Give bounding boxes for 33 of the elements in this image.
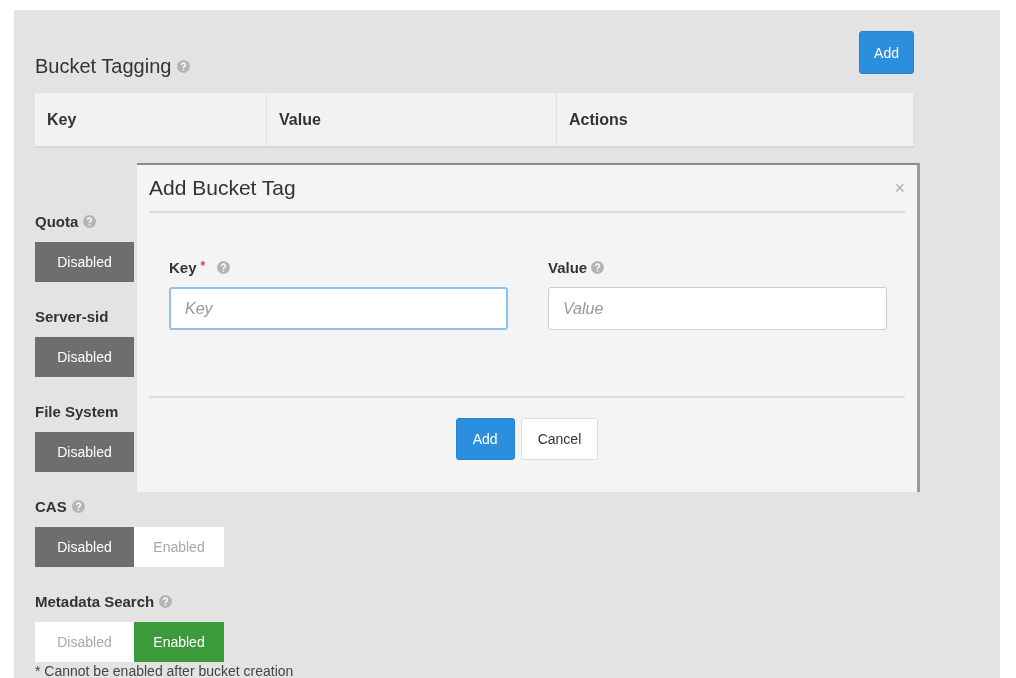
setting-label: CAS	[35, 497, 67, 515]
setting-label: Server-sid	[35, 307, 109, 325]
setting-label: Metadata Search	[35, 592, 155, 610]
toggle-option[interactable]: Disabled	[35, 432, 134, 472]
add-button[interactable]: Add	[455, 418, 515, 460]
section-title: Bucket Tagging	[35, 55, 172, 78]
toggle-option[interactable]: Disabled	[35, 622, 134, 662]
toggle-option[interactable]: Disabled	[35, 337, 134, 377]
column-header: Actions	[557, 93, 914, 146]
toggle-option[interactable]: Enabled	[134, 622, 224, 662]
field-label: Value	[548, 258, 588, 276]
help-icon[interactable]	[71, 499, 85, 513]
help-icon[interactable]	[217, 260, 231, 274]
help-icon[interactable]	[177, 60, 191, 73]
footnote: * Cannot be enabled after bucket creation	[35, 664, 295, 678]
help-icon[interactable]	[159, 594, 173, 608]
cancel-button[interactable]: Cancel	[520, 418, 599, 460]
modal-title: Add Bucket Tag	[149, 176, 296, 200]
help-icon[interactable]	[591, 260, 605, 274]
column-header: Key	[35, 93, 267, 146]
field-label: Key	[169, 258, 197, 276]
text-input[interactable]: Key	[169, 287, 508, 330]
toggle-option[interactable]: Disabled	[35, 527, 134, 567]
close-button[interactable]: ×	[894, 177, 905, 199]
setting-label: File System	[35, 402, 119, 420]
add-button[interactable]: Add	[859, 31, 914, 74]
help-icon[interactable]	[83, 214, 97, 228]
setting-label: Quota	[35, 212, 79, 230]
toggle-option[interactable]: Enabled	[134, 527, 224, 567]
column-header: Value	[267, 93, 557, 146]
required-mark: *	[200, 259, 206, 273]
toggle-option[interactable]: Disabled	[35, 242, 134, 282]
text-input[interactable]: Value	[548, 287, 887, 330]
